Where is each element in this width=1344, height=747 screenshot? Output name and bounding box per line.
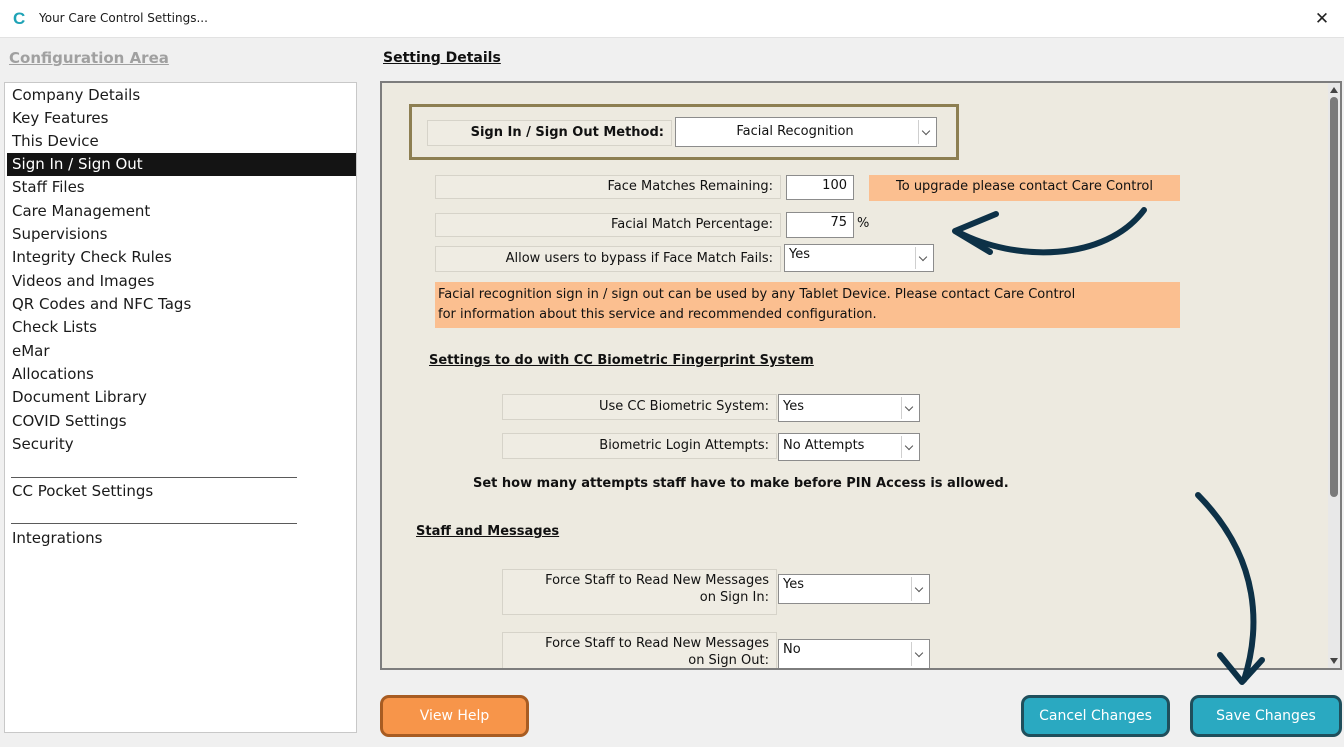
nav-item-integrations[interactable]: Integrations [7,527,356,550]
nav-item-staff-files[interactable]: Staff Files [7,176,356,199]
chevron-down-icon[interactable] [911,577,927,601]
facial-match-percentage-field[interactable]: 75 [786,212,854,238]
read-messages-sign-in-select[interactable]: Yes [778,574,930,604]
bypass-label: Allow users to bypass if Face Match Fail… [435,246,781,272]
read-messages-sign-out-label: Force Staff to Read New Messages on Sign… [502,632,777,668]
app-logo-icon: C [13,9,26,28]
nav-item-this-device[interactable]: This Device [7,130,356,153]
use-biometric-label: Use CC Biometric System: [502,394,777,420]
setting-details-header: Setting Details [383,50,501,66]
read-messages-sign-in-label-line2: on Sign In: [699,590,769,605]
save-changes-button[interactable]: Save Changes [1190,695,1342,737]
scroll-thumb[interactable] [1330,97,1338,497]
facial-match-percentage-label: Facial Match Percentage: [435,213,781,237]
biometric-section-heading: Settings to do with CC Biometric Fingerp… [429,353,814,368]
bypass-select[interactable]: Yes [784,244,934,272]
use-biometric-select[interactable]: Yes [778,394,920,422]
scroll-up-icon[interactable] [1330,87,1338,93]
nav-divider [11,477,297,478]
nav-item-key-features[interactable]: Key Features [7,107,356,130]
read-messages-sign-in-label: Force Staff to Read New Messages on Sign… [502,569,777,615]
read-messages-sign-out-label-line1: Force Staff to Read New Messages [545,636,769,651]
close-icon[interactable]: ✕ [1308,6,1336,32]
nav-item-covid-settings[interactable]: COVID Settings [7,410,356,433]
upgrade-notice: To upgrade please contact Care Control [869,175,1180,201]
nav-item-care-management[interactable]: Care Management [7,200,356,223]
setting-details-panel: Sign In / Sign Out Method: Facial Recogn… [380,81,1342,670]
nav-item-integrity-check-rules[interactable]: Integrity Check Rules [7,246,356,269]
staff-messages-heading: Staff and Messages [416,524,560,539]
face-matches-value: 100 [822,178,847,193]
nav-item-check-lists[interactable]: Check Lists [7,316,356,339]
chevron-down-icon[interactable] [901,436,917,458]
bypass-value: Yes [789,247,810,262]
nav-item-cc-pocket-settings[interactable]: CC Pocket Settings [7,480,356,503]
chevron-down-icon[interactable] [911,642,927,666]
read-messages-sign-in-label-line1: Force Staff to Read New Messages [545,573,769,588]
face-matches-field[interactable]: 100 [786,175,854,200]
read-messages-sign-in-value: Yes [783,577,804,592]
percent-unit: % [857,216,870,231]
vertical-scrollbar[interactable] [1328,83,1340,668]
facial-recognition-info-line1: Facial recognition sign in / sign out ca… [438,287,1076,302]
facial-match-percentage-value: 75 [830,215,847,230]
facial-recognition-info-line2: for information about this service and r… [438,307,877,322]
nav-item-security[interactable]: Security [7,433,356,456]
nav-divider [11,523,297,524]
biometric-attempts-value: No Attempts [783,438,865,453]
sign-in-method-label: Sign In / Sign Out Method: [427,120,672,146]
configuration-area-header: Configuration Area [9,49,169,67]
window-title: Your Care Control Settings... [39,11,208,25]
nav-item-sign-in-sign-out[interactable]: Sign In / Sign Out [7,153,356,176]
face-matches-label: Face Matches Remaining: [435,175,781,199]
nav-item-company-details[interactable]: Company Details [7,84,356,107]
nav-item-supervisions[interactable]: Supervisions [7,223,356,246]
chevron-down-icon[interactable] [915,247,931,269]
read-messages-sign-out-select[interactable]: No [778,639,930,668]
nav-item-document-library[interactable]: Document Library [7,386,356,409]
use-biometric-value: Yes [783,399,804,414]
biometric-attempts-note: Set how many attempts staff have to make… [473,476,1009,491]
scroll-down-icon[interactable] [1330,658,1338,664]
nav-item-videos-and-images[interactable]: Videos and Images [7,270,356,293]
read-messages-sign-out-value: No [783,642,801,657]
title-bar: C Your Care Control Settings... ✕ [0,0,1344,38]
biometric-attempts-label: Biometric Login Attempts: [502,433,777,459]
chevron-down-icon[interactable] [901,397,917,419]
nav-item-emar[interactable]: eMar [7,340,356,363]
facial-recognition-info: Facial recognition sign in / sign out ca… [435,282,1180,328]
sign-in-method-value: Facial Recognition [736,124,854,139]
biometric-attempts-select[interactable]: No Attempts [778,433,920,461]
configuration-list: Company Details Key Features This Device… [4,82,357,733]
chevron-down-icon[interactable] [918,120,934,144]
nav-item-allocations[interactable]: Allocations [7,363,356,386]
cancel-changes-button[interactable]: Cancel Changes [1021,695,1170,737]
view-help-button[interactable]: View Help [380,695,529,737]
read-messages-sign-out-label-line2: on Sign Out: [688,653,769,668]
sign-in-method-select[interactable]: Facial Recognition [675,117,937,147]
nav-item-qr-codes-and-nfc-tags[interactable]: QR Codes and NFC Tags [7,293,356,316]
